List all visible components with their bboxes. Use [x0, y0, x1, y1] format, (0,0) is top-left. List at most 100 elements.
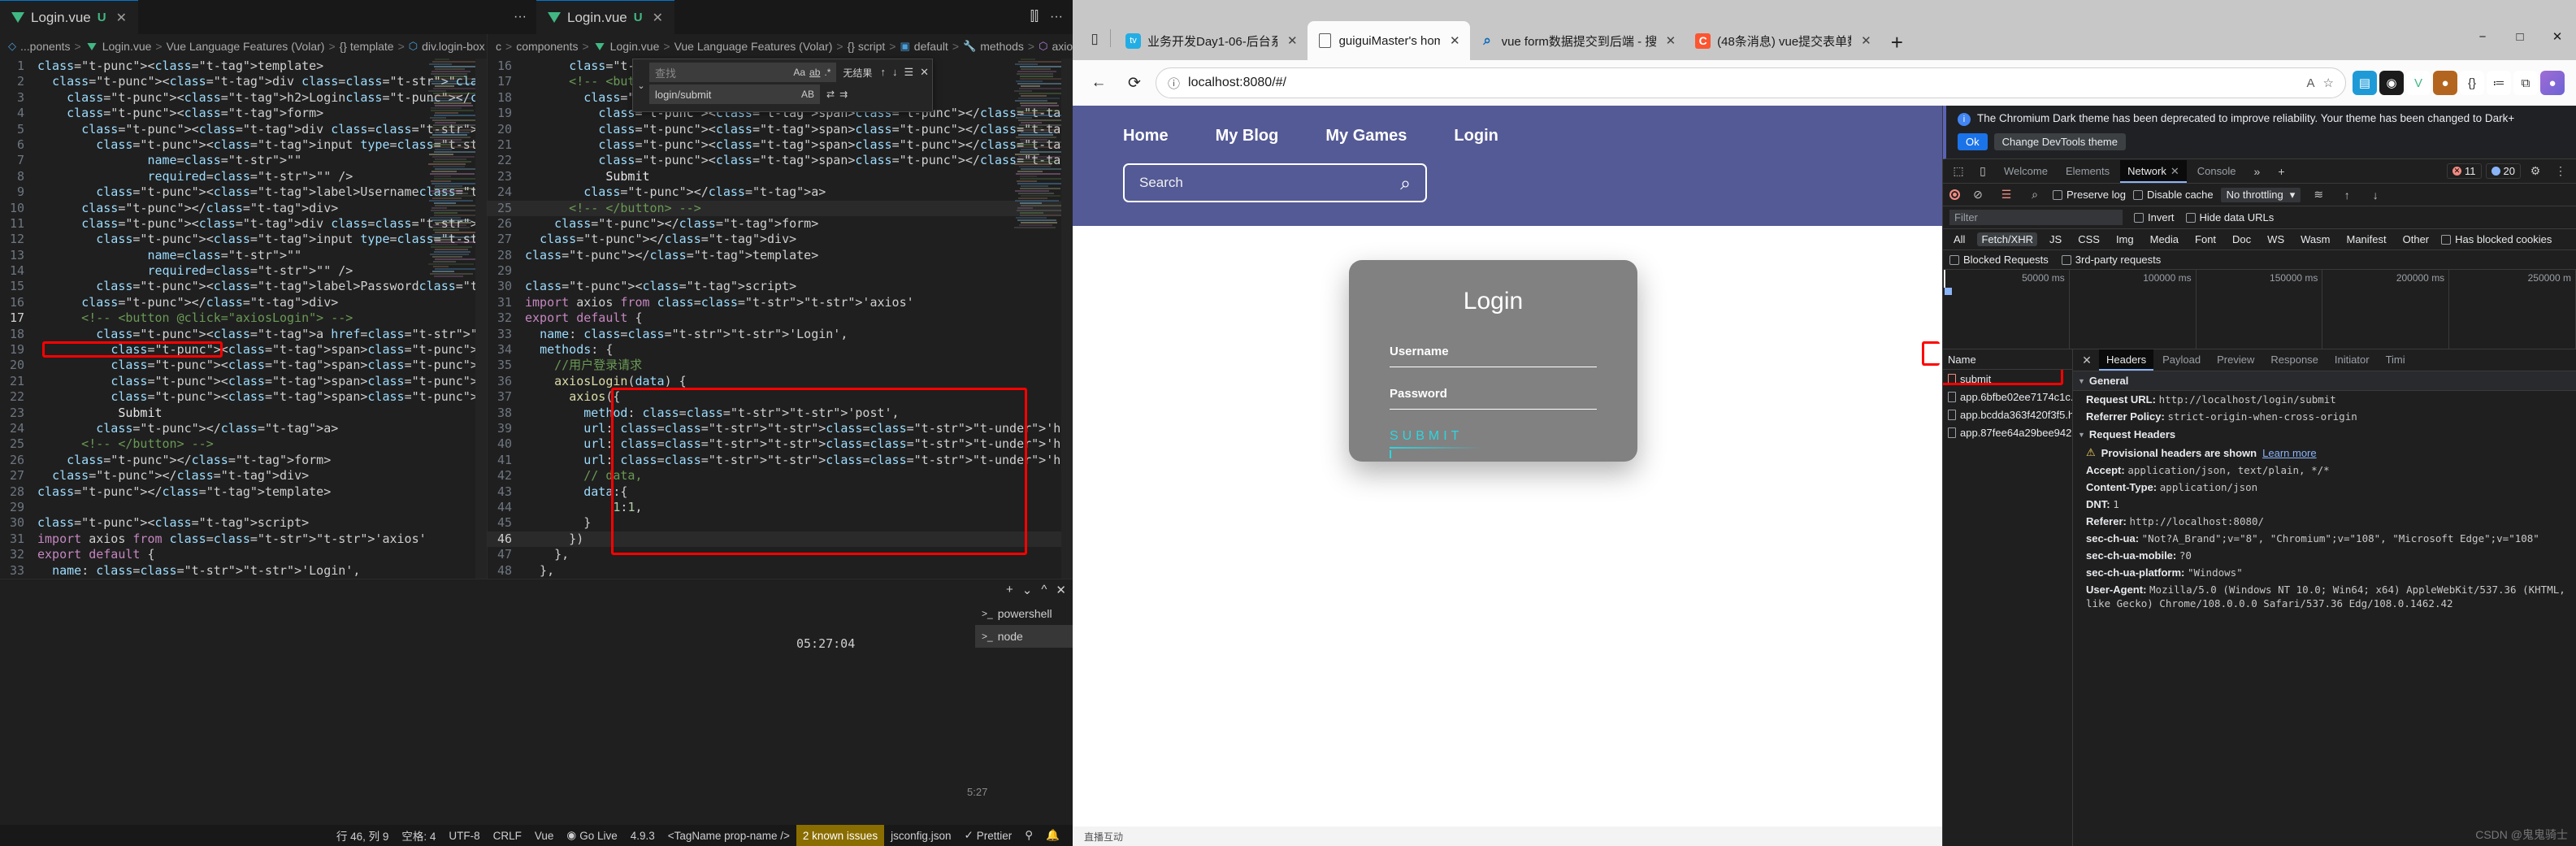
request-row[interactable]: submit — [1943, 370, 2072, 388]
status-bar-item[interactable]: 行 46, 列 9 — [330, 825, 396, 846]
code-line[interactable]: 42 // data, — [488, 468, 1073, 484]
breadcrumb-item[interactable]: {} template — [340, 40, 394, 53]
code-line[interactable]: 44 1:1, — [488, 500, 1073, 515]
more-actions-icon-2[interactable]: ··· — [1050, 10, 1063, 24]
code-line[interactable]: 22 class="t-punc"><class="t-tag">span>cl… — [488, 153, 1073, 168]
general-section-header[interactable]: ▼ General — [2073, 371, 2576, 391]
code-line[interactable]: 15 class="t-punc"><class="t-tag">label>P… — [0, 279, 487, 294]
code-line[interactable]: 30 class="t-punc"><class="t-tag">script> — [0, 515, 487, 531]
code-line[interactable]: 36 axiosLogin(data) { — [488, 374, 1073, 389]
code-line[interactable]: 47 }, — [488, 547, 1073, 562]
status-bar-item[interactable]: UTF-8 — [442, 825, 486, 846]
site-info-icon[interactable]: ⓘ — [1168, 75, 1180, 92]
code-line[interactable]: 20 class="t-punc"><class="t-tag">span>cl… — [488, 122, 1073, 137]
code-line[interactable]: 3 class="t-punc"><class="t-tag">h2>Login… — [0, 90, 487, 106]
code-line[interactable]: 26 class="t-punc"></class="t-tag">form> — [0, 453, 487, 468]
code-line[interactable]: 39 url: class=class="t-str">"t-str">clas… — [488, 421, 1073, 436]
site-search-box[interactable]: Search ⌕ — [1123, 163, 1427, 202]
network-timeline-overview[interactable]: 50000 ms 100000 ms 150000 ms 200000 ms 25000… — [1943, 270, 2576, 349]
status-bar-item[interactable]: 4.9.3 — [624, 825, 661, 846]
status-bar-item[interactable]: CRLF — [487, 825, 528, 846]
preserve-log-checkbox[interactable]: Preserve log — [2053, 189, 2126, 201]
devtools-tab-network[interactable]: Network ✕ — [2120, 159, 2187, 183]
find-next-icon[interactable]: ↓ — [892, 66, 898, 79]
status-bar-item[interactable]: ⚲ — [1018, 825, 1039, 846]
hide-data-urls-checkbox[interactable]: Hide data URLs — [2185, 211, 2274, 223]
code-line[interactable]: 30 class="t-punc"><class="t-tag">script> — [488, 279, 1073, 294]
breadcrumb-item[interactable]: default — [914, 40, 948, 53]
code-line[interactable]: 24 class="t-punc"></class="t-tag">a> — [488, 184, 1073, 200]
code-line[interactable]: 9 class="t-punc"><class="t-tag">label>Us… — [0, 184, 487, 200]
detail-tab-timing[interactable]: Timi — [2379, 349, 2413, 371]
resource-type-fetch-xhr[interactable]: Fetch/XHR — [1977, 232, 2038, 246]
code-line[interactable]: 34 methods: { — [488, 342, 1073, 358]
resource-type-doc[interactable]: Doc — [2228, 232, 2255, 246]
code-line[interactable]: 24 class="t-punc"></class="t-tag">a> — [0, 421, 487, 436]
split-editor-icon[interactable]: ⫿⫿ — [1030, 10, 1039, 24]
invert-checkbox[interactable]: Invert — [2134, 211, 2175, 223]
blue-ext-icon[interactable]: ▤ — [2353, 71, 2377, 95]
search-icon[interactable]: ⌕ — [2024, 185, 2045, 205]
close-icon-2[interactable]: ✕ — [653, 10, 663, 26]
code-line[interactable]: 2 class="t-punc"><class="t-tag">div clas… — [0, 74, 487, 89]
code-line[interactable]: 14 required=class="t-str">"" /> — [0, 263, 487, 279]
code-line[interactable]: 33 name: class=class="t-str">"t-str">'Lo… — [0, 563, 487, 579]
resource-type-img[interactable]: Img — [2112, 232, 2138, 246]
breadcrumb-item[interactable]: c — [496, 40, 501, 53]
close-details-icon[interactable]: ✕ — [2076, 350, 2097, 370]
status-bar-item[interactable]: 空格: 4 — [395, 825, 442, 846]
breadcrumb-item[interactable]: Vue Language Features (Volar) — [167, 40, 325, 53]
minimap-left[interactable] — [428, 59, 480, 579]
warning-count-badge[interactable]: 20 — [2485, 163, 2521, 179]
username-field[interactable]: Username — [1390, 345, 1597, 367]
find-close-icon[interactable]: ✕ — [920, 66, 929, 79]
code-line[interactable]: 27 class="t-punc"></class="t-tag">div> — [488, 232, 1073, 247]
code-line[interactable]: 17 <!-- <button @click="axiosLogin"> --> — [0, 310, 487, 326]
nav-link-my-blog[interactable]: My Blog — [1216, 127, 1279, 145]
replace-all-icon[interactable]: ⇉ — [839, 89, 848, 100]
gear-icon[interactable]: ⚙ — [2525, 162, 2546, 181]
clear-icon[interactable]: ⊘ — [1967, 185, 1988, 205]
devtools-tab-welcome[interactable]: Welcome — [1997, 160, 2055, 183]
copy-ext-icon[interactable]: ⧉ — [2513, 71, 2538, 95]
code-line[interactable]: 10 class="t-punc"></class="t-tag">div> — [0, 201, 487, 216]
export-har-icon[interactable]: ↓ — [2365, 185, 2386, 205]
blocked-requests-checkbox[interactable]: Blocked Requests — [1949, 254, 2049, 266]
submit-button[interactable]: SUBMIT — [1390, 429, 1597, 444]
status-bar-item[interactable]: Vue — [528, 825, 561, 846]
inspect-element-icon[interactable]: ⬚ — [1948, 162, 1969, 181]
request-row[interactable]: app.87fee64a29bee942.hot-update.js... — [1943, 423, 2072, 441]
request-row[interactable]: app.6bfbe02ee7174c1c.hot-update.json — [1943, 388, 2072, 406]
code-line[interactable]: 22 class="t-punc"><class="t-tag">span>cl… — [0, 389, 487, 405]
code-line[interactable]: 28 class="t-punc"></class="t-tag">templat… — [0, 484, 487, 500]
code-line[interactable]: 7 name=class="t-str">"" — [0, 153, 487, 168]
code-line[interactable]: 40 url: class=class="t-str">"t-str">clas… — [488, 436, 1073, 452]
code-line[interactable]: 5 class="t-punc"><class="t-tag">div clas… — [0, 122, 487, 137]
code-line[interactable]: 4 class="t-punc"><class="t-tag">form> — [0, 106, 487, 121]
device-toolbar-icon[interactable]: ▯ — [1972, 162, 1993, 181]
new-tab-button[interactable]: + — [1881, 30, 1913, 60]
find-in-selection-icon[interactable]: ☰ — [904, 66, 913, 79]
code-line[interactable]: 45 } — [488, 515, 1073, 531]
browser-tab-3[interactable]: C (48条消息) vue提交表单数据到后 ✕ — [1685, 21, 1881, 60]
resource-type-js[interactable]: JS — [2045, 232, 2066, 246]
code-line[interactable]: 21 class="t-punc"><class="t-tag">span>cl… — [0, 374, 487, 389]
has-blocked-cookies-checkbox[interactable]: Has blocked cookies — [2441, 233, 2552, 245]
banner-ok-button[interactable]: Ok — [1958, 133, 1988, 150]
nav-link-home[interactable]: Home — [1123, 127, 1169, 145]
replace-one-icon[interactable]: ⇄ — [826, 89, 835, 100]
code-line[interactable]: 27 class="t-punc"></class="t-tag">div> — [0, 468, 487, 484]
list-ext-icon[interactable]: ≔ — [2487, 71, 2511, 95]
code-line[interactable]: 8 required=class="t-str">"" /> — [0, 169, 487, 184]
find-previous-icon[interactable]: ↑ — [880, 66, 886, 79]
close-icon[interactable]: ✕ — [2171, 165, 2179, 177]
breadcrumb-item[interactable]: Login.vue — [102, 40, 152, 53]
breadcrumb-item[interactable]: components — [516, 40, 578, 53]
request-row[interactable]: app.bcdda363f420f3f5.hot-update.json — [1943, 406, 2072, 423]
code-content-left[interactable]: 1 class="t-punc"><class="t-tag">template>… — [0, 59, 487, 579]
replace-input[interactable]: login/submit AB — [649, 85, 820, 104]
code-line[interactable]: 28 class="t-punc"></class="t-tag">templat… — [488, 248, 1073, 263]
terminal-session-node[interactable]: >_ node — [975, 625, 1073, 648]
search-icon[interactable]: ⌕ — [1400, 172, 1411, 194]
code-line[interactable]: 19 class="t-punc"><class="t-tag">span>cl… — [0, 342, 487, 358]
